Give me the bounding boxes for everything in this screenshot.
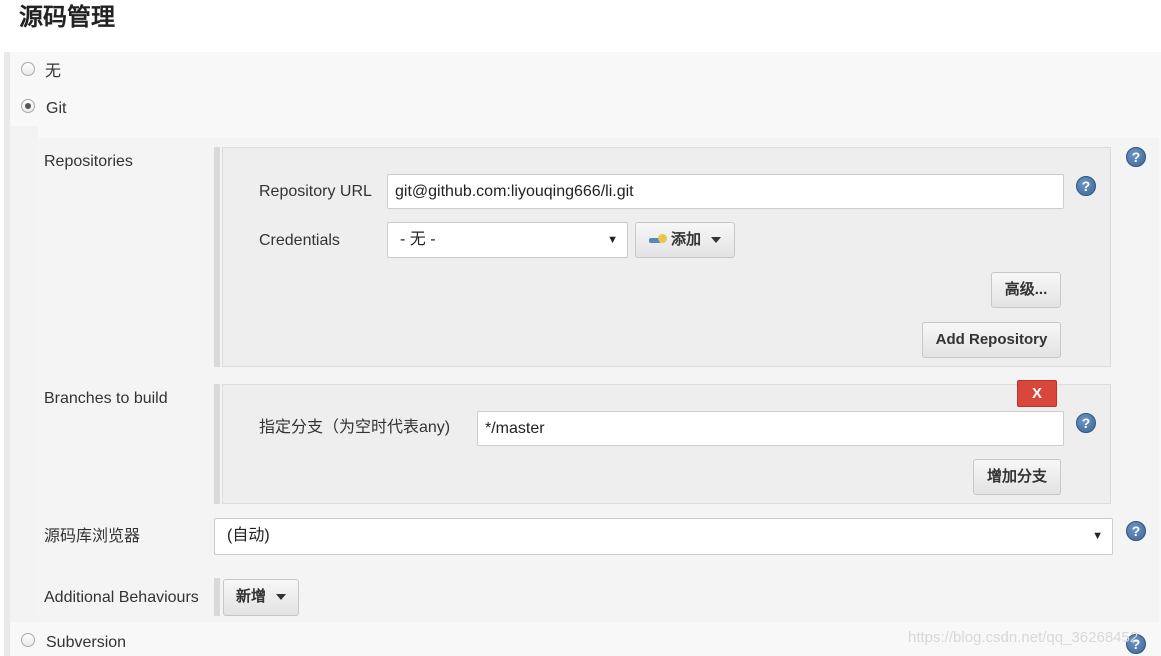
section-title: 源码管理 bbox=[19, 4, 115, 31]
scm-subversion-radio[interactable] bbox=[21, 633, 35, 647]
caret-down-icon bbox=[711, 237, 721, 244]
repository-browser-help-icon[interactable]: ? bbox=[1126, 521, 1146, 541]
credentials-select[interactable]: - 无 - ▼ bbox=[387, 222, 628, 258]
scm-none-radio[interactable] bbox=[21, 62, 35, 76]
add-behaviour-button[interactable]: 新增 bbox=[223, 579, 299, 616]
repositories-box-bar bbox=[214, 147, 220, 367]
caret-down-icon bbox=[276, 594, 286, 601]
credentials-label: Credentials bbox=[259, 232, 340, 249]
add-repository-button[interactable]: Add Repository bbox=[922, 322, 1061, 358]
branch-specifier-label: 指定分支（为空时代表any) bbox=[259, 419, 451, 436]
branches-box-bar bbox=[214, 384, 220, 504]
repository-url-label: Repository URL bbox=[259, 183, 372, 200]
repository-browser-label: 源码库浏览器 bbox=[44, 528, 141, 545]
branches-label: Branches to build bbox=[44, 390, 168, 407]
repository-url-input[interactable]: git@github.com:liyouqing666/li.git bbox=[387, 174, 1064, 209]
repositories-help-icon[interactable]: ? bbox=[1126, 147, 1146, 167]
add-credentials-label: 添加 bbox=[670, 231, 701, 248]
watermark: https://blog.csdn.net/qq_36268452 bbox=[908, 629, 1139, 646]
add-credentials-button[interactable]: 添加 bbox=[635, 222, 735, 258]
branch-specifier-help-icon[interactable]: ? bbox=[1076, 413, 1096, 433]
repository-browser-select[interactable]: (自动) ▼ bbox=[214, 518, 1113, 555]
delete-branch-button[interactable]: X bbox=[1017, 380, 1057, 407]
scm-none-label: 无 bbox=[45, 63, 62, 80]
additional-behaviours-label: Additional Behaviours bbox=[44, 589, 199, 606]
key-icon bbox=[648, 234, 667, 246]
repository-url-help-icon[interactable]: ? bbox=[1076, 176, 1096, 196]
caret-down-icon: ▼ bbox=[607, 234, 618, 246]
scm-git-radio[interactable] bbox=[21, 99, 35, 113]
add-behaviour-label: 新增 bbox=[235, 588, 266, 605]
add-branch-button[interactable]: 增加分支 bbox=[973, 459, 1061, 495]
caret-down-icon: ▼ bbox=[1092, 530, 1103, 542]
repository-browser-value: (自动) bbox=[227, 527, 270, 544]
scm-subversion-label: Subversion bbox=[46, 634, 127, 651]
branch-specifier-input[interactable]: */master bbox=[477, 411, 1064, 446]
repositories-label: Repositories bbox=[44, 153, 133, 170]
credentials-select-value: - 无 - bbox=[400, 231, 436, 248]
advanced-button[interactable]: 高级... bbox=[991, 272, 1061, 308]
behaviours-bar bbox=[214, 578, 220, 616]
git-config-bar bbox=[10, 126, 38, 622]
scm-git-label: Git bbox=[46, 100, 67, 117]
